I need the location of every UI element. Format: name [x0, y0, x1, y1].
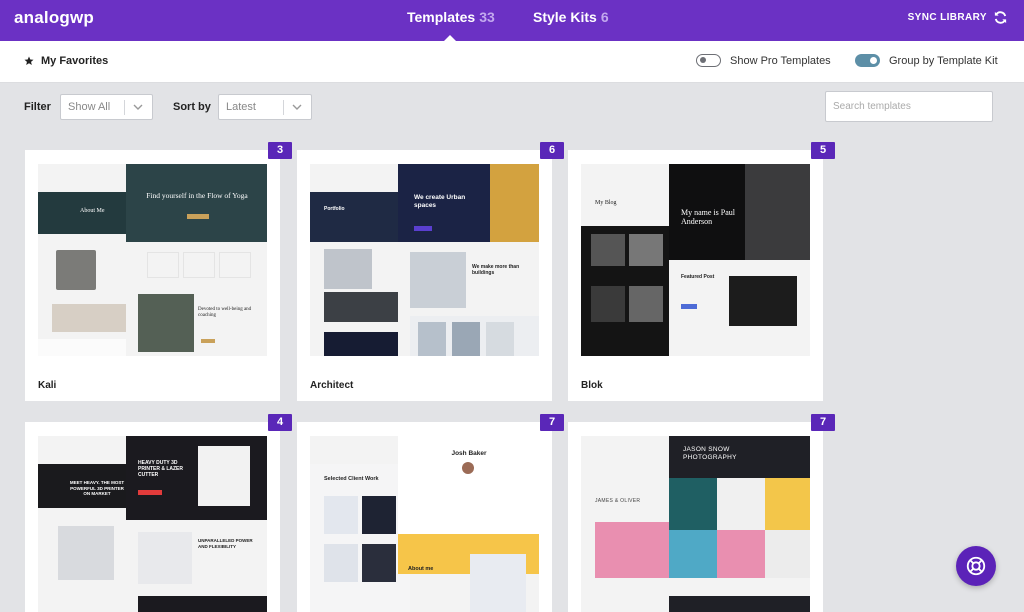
- thumb-headline: We create Urban spaces: [414, 194, 466, 209]
- template-thumbnail[interactable]: Portfolio We create Urban spaces We make…: [310, 164, 539, 356]
- template-thumbnail[interactable]: Selected Client Work Josh Baker About me: [310, 436, 539, 612]
- star-icon: [24, 56, 34, 65]
- thumb-subtitle: JAMES & OLIVER: [595, 498, 641, 504]
- thumb-headline: Josh Baker: [451, 450, 487, 457]
- kit-count-badge: 7: [811, 414, 835, 431]
- sort-label: Sort by: [173, 101, 211, 113]
- template-card-kali[interactable]: 3 About Me Find yourself in the Flow of …: [25, 142, 292, 401]
- tab-style-kits[interactable]: Style Kits 6: [533, 9, 609, 25]
- help-button[interactable]: [956, 546, 996, 586]
- filter-select[interactable]: Show All: [60, 94, 153, 120]
- template-name: Architect: [310, 380, 354, 391]
- show-pro-toggle[interactable]: [696, 54, 721, 67]
- thumb-subtitle: Selected Client Work: [324, 476, 379, 482]
- group-by-kit-label: Group by Template Kit: [889, 54, 998, 67]
- kit-count-badge: 5: [811, 142, 835, 159]
- thumb-section-title: UNPARALLELED POWER AND FLEXIBILITY: [198, 538, 253, 549]
- tab-templates-label: Templates: [407, 9, 476, 25]
- sync-icon: [994, 11, 1007, 24]
- thumb-subtitle: About Me: [80, 208, 105, 214]
- search-input[interactable]: [825, 91, 993, 122]
- thumb-headline: Find yourself in the Flow of Yoga: [146, 191, 248, 200]
- chevron-down-icon: [133, 104, 143, 110]
- show-pro-toggle-row: Show Pro Templates: [696, 54, 831, 67]
- template-thumbnail[interactable]: About Me Find yourself in the Flow of Yo…: [38, 164, 267, 356]
- thumb-subtitle: MEET HEAVY. THE MOST POWERFUL 3D PRINTER…: [69, 480, 125, 496]
- filter-label: Filter: [24, 101, 51, 113]
- kit-count-badge: 3: [268, 142, 292, 159]
- show-pro-label: Show Pro Templates: [730, 54, 831, 67]
- template-thumbnail[interactable]: MEET HEAVY. THE MOST POWERFUL 3D PRINTER…: [38, 436, 267, 612]
- tab-templates[interactable]: Templates 33: [407, 9, 495, 25]
- options-bar: My Favorites Show Pro Templates Group by…: [0, 41, 1024, 83]
- tab-templates-count: 33: [479, 9, 495, 25]
- thumb-section-title: Devoted to well-being and coaching: [198, 307, 252, 318]
- thumb-headline: JASON SNOW PHOTOGRAPHY: [683, 446, 737, 461]
- thumb-section-title: We make more than buildings: [472, 264, 520, 276]
- kit-count-badge: 4: [268, 414, 292, 431]
- template-thumbnail[interactable]: My Blog My name is Paul Anderson Feature…: [581, 164, 810, 356]
- template-card-jason-snow[interactable]: 7 JAMES & OLIVER JASON SNOW PHOTOGRAPHY: [568, 414, 835, 612]
- sort-select[interactable]: Latest: [218, 94, 312, 120]
- thumb-section-title: Featured Post: [681, 274, 715, 280]
- group-by-kit-toggle-row: Group by Template Kit: [855, 54, 998, 67]
- kit-count-badge: 6: [540, 142, 564, 159]
- thumb-section-title: About me: [408, 566, 434, 572]
- kit-count-badge: 7: [540, 414, 564, 431]
- thumb-subtitle: My Blog: [595, 200, 617, 206]
- my-favorites-label: My Favorites: [41, 55, 109, 67]
- template-card-3d-printer[interactable]: 4 MEET HEAVY. THE MOST POWERFUL 3D PRINT…: [25, 414, 292, 612]
- thumb-headline: HEAVY DUTY 3D PRINTER & LAZER CUTTER: [138, 460, 183, 478]
- tab-style-kits-label: Style Kits: [533, 9, 597, 25]
- template-name: Blok: [581, 380, 603, 391]
- group-by-kit-toggle[interactable]: [855, 54, 880, 67]
- select-divider: [124, 100, 125, 115]
- top-bar: analogwp Templates 33 Style Kits 6 SYNC LI…: [0, 0, 1024, 41]
- tab-style-kits-count: 6: [600, 9, 609, 25]
- lifebuoy-icon: [966, 556, 986, 576]
- my-favorites-link[interactable]: My Favorites: [24, 55, 108, 67]
- thumb-headline: My name is Paul Anderson: [681, 208, 735, 226]
- template-card-josh-baker[interactable]: 7 Selected Client Work Josh Baker About …: [297, 414, 564, 612]
- filter-select-value: Show All: [68, 101, 111, 113]
- select-divider: [283, 100, 284, 115]
- template-card-blok[interactable]: 5 My Blog My name is Paul Anderson Featu…: [568, 142, 835, 401]
- thumb-subtitle: Portfolio: [324, 206, 345, 212]
- sync-library-label: SYNC LIBRARY: [907, 12, 987, 23]
- sync-library-button[interactable]: SYNC LIBRARY: [908, 10, 1008, 25]
- template-thumbnail[interactable]: JAMES & OLIVER JASON SNOW PHOTOGRAPHY: [581, 436, 810, 612]
- template-name: Kali: [38, 380, 57, 391]
- app-logo[interactable]: analogwp: [14, 8, 94, 28]
- template-card-architect[interactable]: 6 Portfolio We create Urban spaces We ma…: [297, 142, 564, 401]
- sort-select-value: Latest: [226, 101, 256, 113]
- chevron-down-icon: [292, 104, 302, 110]
